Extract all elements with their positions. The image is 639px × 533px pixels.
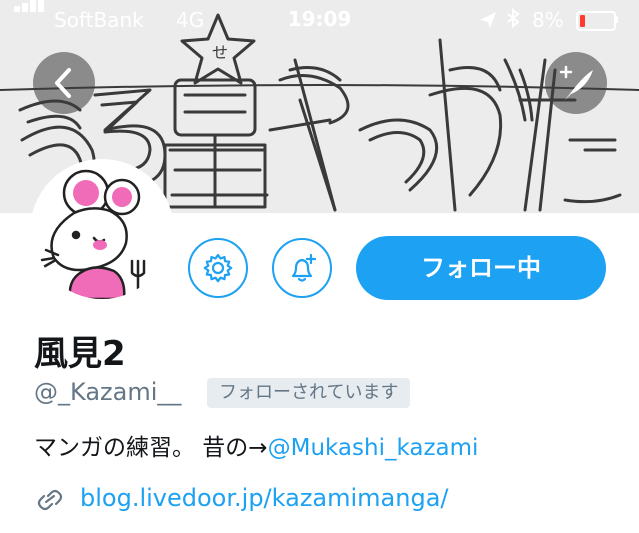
back-button[interactable] (33, 52, 95, 114)
battery-level-fill (580, 15, 585, 27)
status-bar: SoftBank 4G 19:09 8% (0, 0, 639, 40)
compose-tweet-button[interactable] (545, 52, 607, 114)
link-icon (37, 489, 63, 511)
battery-percent: 8% (532, 8, 564, 32)
svg-text:せ: せ (212, 43, 228, 62)
avatar[interactable] (30, 159, 174, 303)
bio-text: マンガの練習。 昔の→ (34, 435, 268, 461)
bell-plus-icon (291, 253, 317, 282)
chevron-left-icon (55, 68, 71, 98)
bio-mention-link[interactable]: @Mukashi_kazami (268, 435, 479, 461)
settings-button[interactable] (188, 238, 248, 298)
website-link[interactable]: blog.livedoor.jp/kazamimanga/ (80, 484, 449, 512)
battery-icon (576, 11, 616, 31)
following-button[interactable]: フォロー中 (356, 236, 606, 300)
display-name: 風見2 (34, 334, 126, 374)
notifications-button[interactable] (272, 238, 332, 298)
follows-you-badge: フォローされています (207, 378, 411, 408)
mouse-avatar-icon (34, 163, 170, 299)
bio: マンガの練習。 昔の→@Mukashi_kazami (34, 428, 478, 462)
compose-tweet-icon (559, 65, 593, 100)
user-handle: @_Kazami__ (34, 378, 182, 406)
location-bluetooth-icons (478, 7, 526, 37)
battery-tip (615, 16, 618, 23)
gear-icon (203, 253, 233, 283)
